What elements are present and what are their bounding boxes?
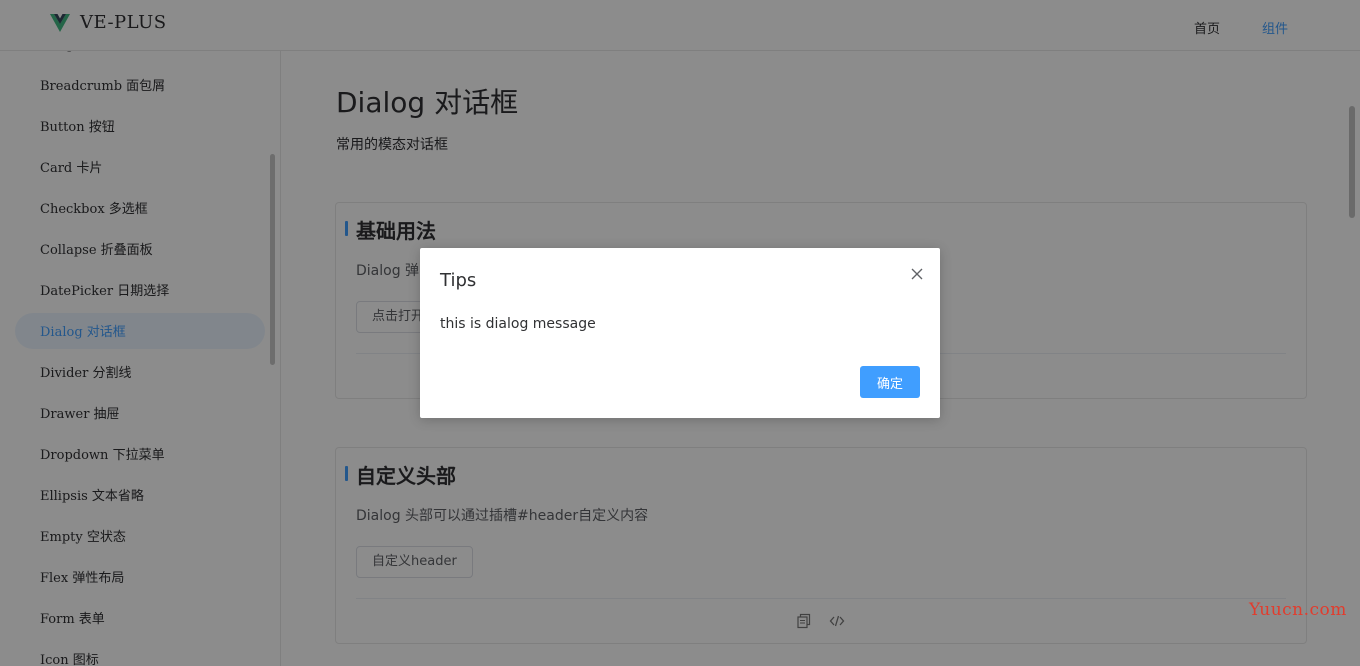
dialog-title: Tips [440, 270, 477, 291]
confirm-button[interactable]: 确定 [860, 366, 920, 398]
watermark: Yuucn.com [1249, 600, 1347, 620]
close-icon[interactable] [910, 267, 924, 281]
dialog-message: this is dialog message [440, 316, 596, 332]
dialog: Tips this is dialog message 确定 [420, 248, 940, 418]
